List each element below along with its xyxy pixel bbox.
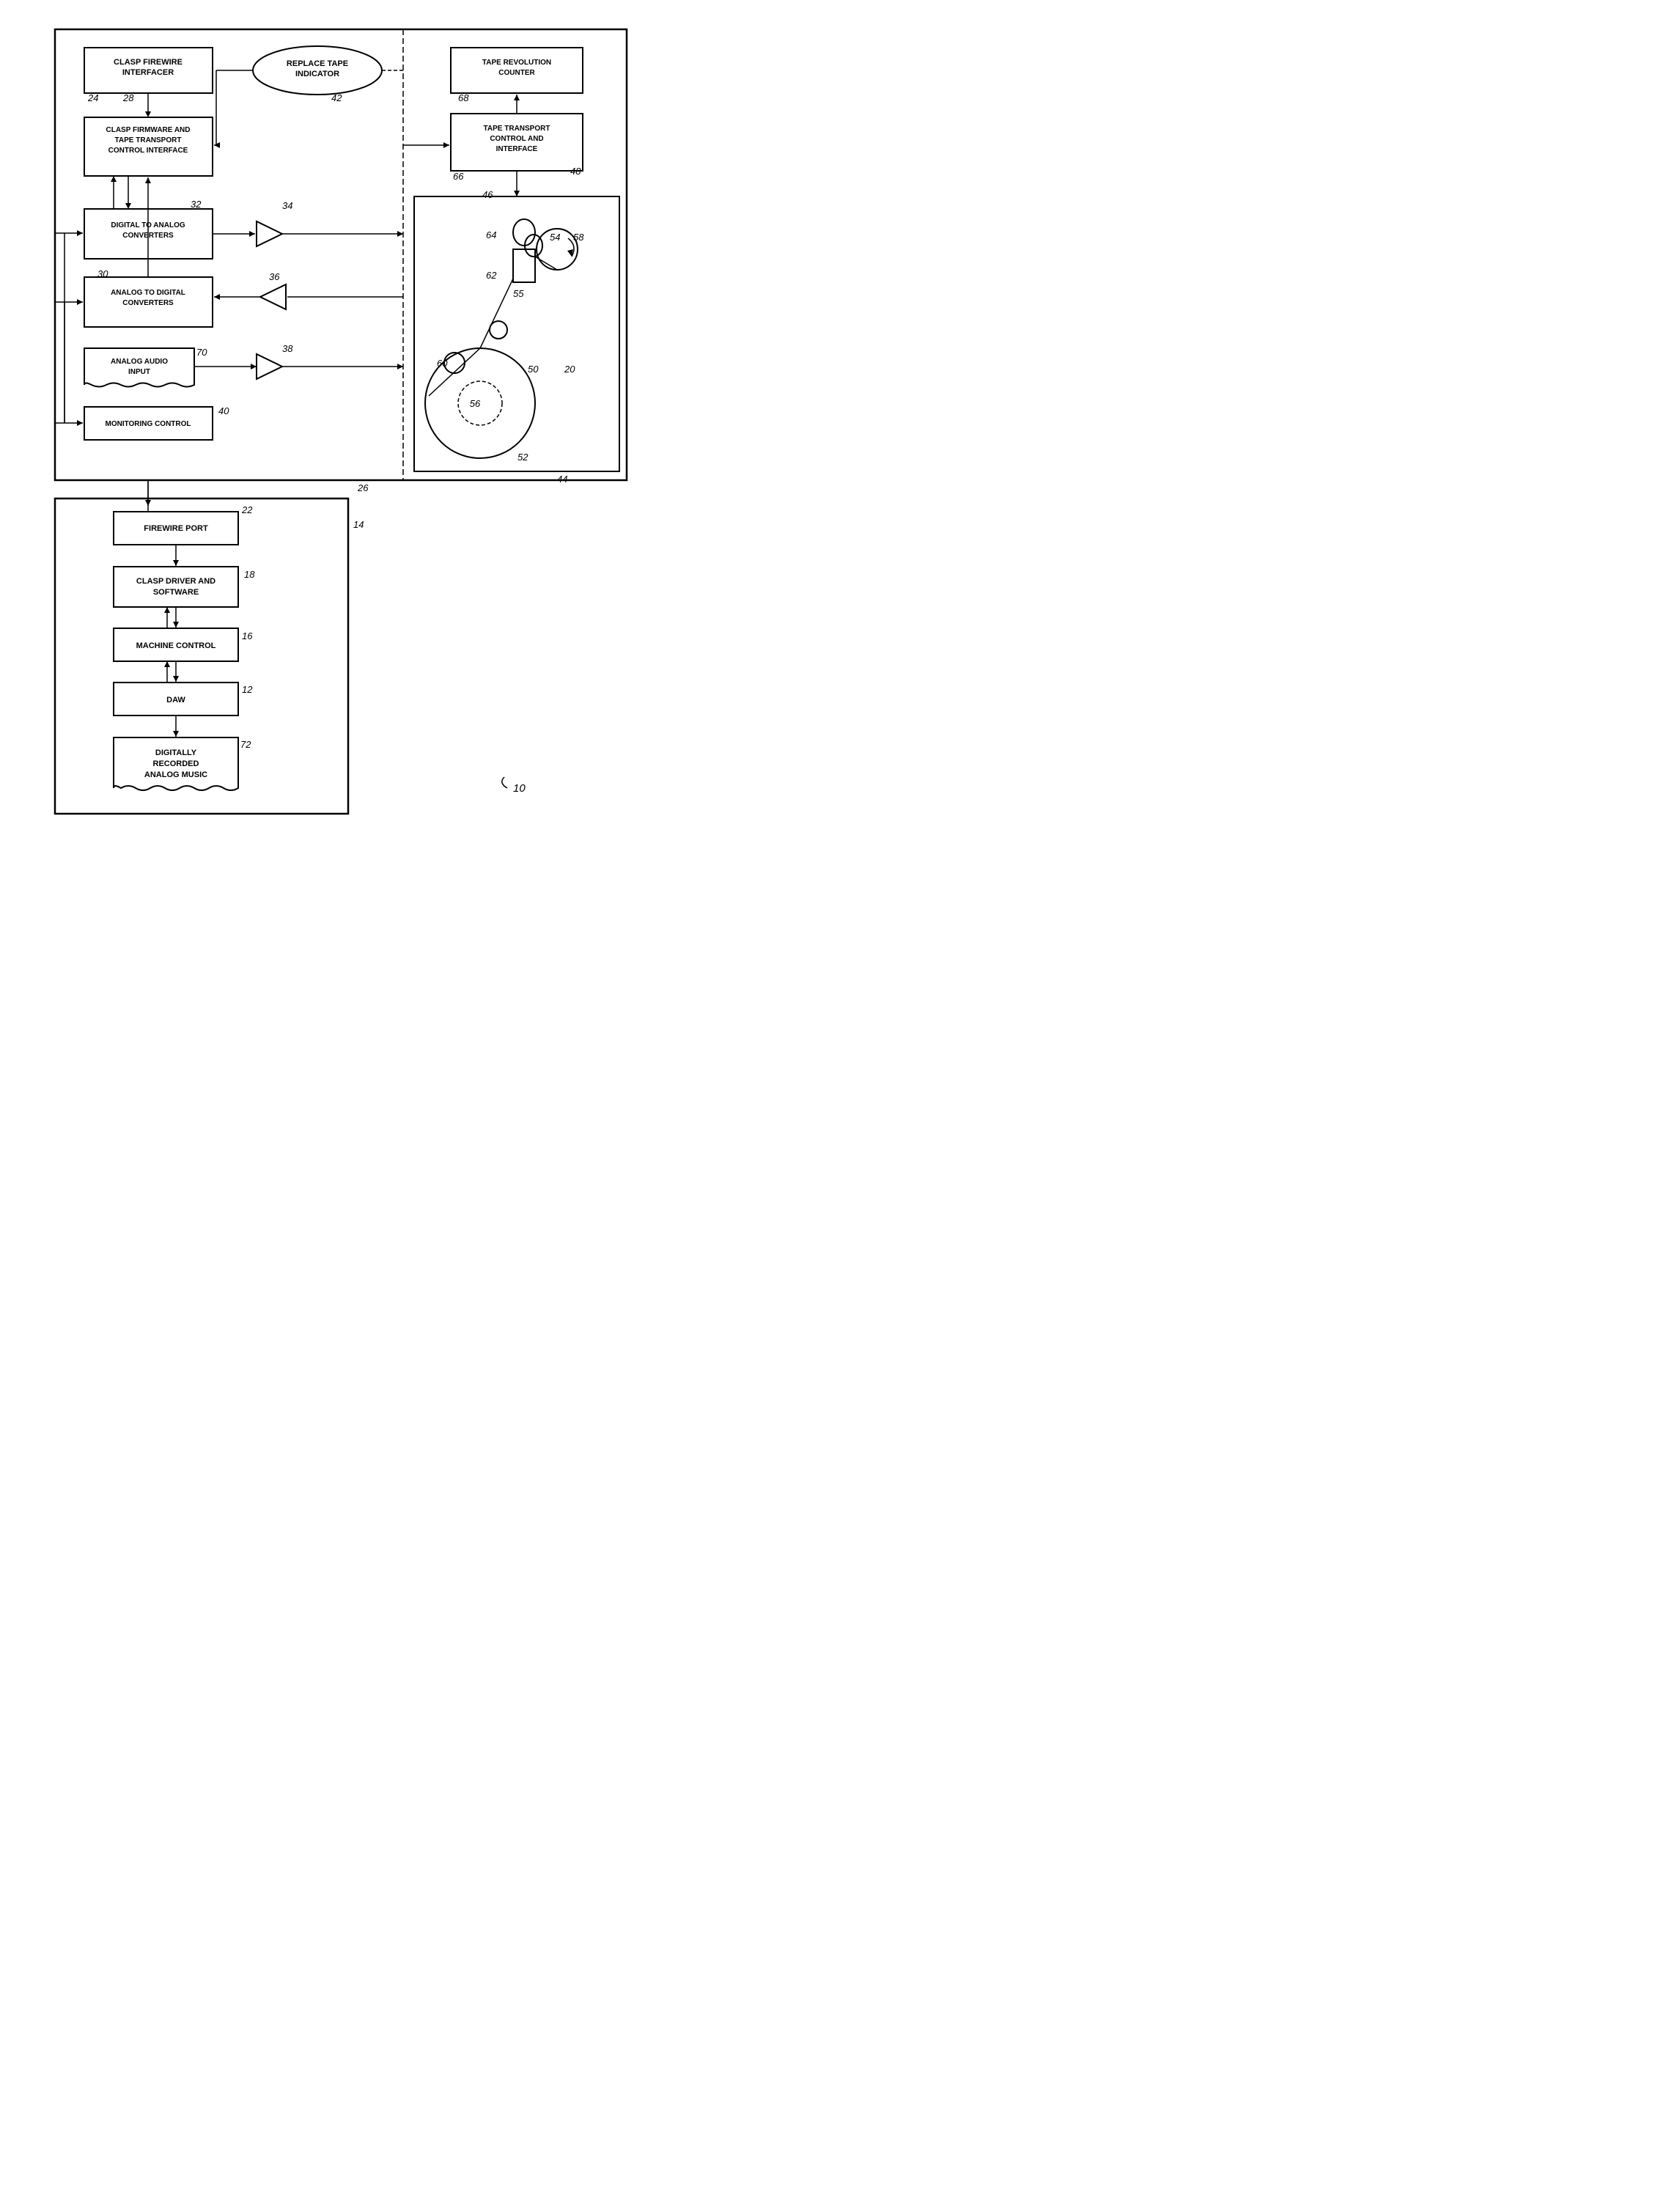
ref-68: 68	[458, 92, 469, 103]
monitoring-label: MONITORING CONTROL	[105, 420, 191, 428]
clasp-driver-label1: CLASP DRIVER AND	[136, 577, 215, 586]
ref-46: 46	[482, 189, 493, 200]
arrowhead-adc-firmware	[145, 177, 151, 183]
arrowhead-monitoring-in	[77, 420, 83, 426]
ref-30: 30	[97, 268, 108, 279]
ref-66: 66	[453, 171, 464, 182]
ref-55: 55	[513, 288, 524, 299]
pinch-roller1	[513, 219, 535, 246]
amp36-triangle	[260, 284, 286, 309]
arrowhead-dashed-transport	[443, 142, 449, 148]
clasp-firmware-label1: CLASP FIRMWARE AND	[106, 126, 191, 134]
ref10-curve	[502, 777, 507, 788]
arrowhead-amp38-right	[397, 364, 403, 369]
arrowhead-transport-counter	[514, 95, 520, 100]
arrowhead-amp36-adc	[214, 294, 220, 300]
digitally-recorded-label2: RECORDED	[153, 759, 199, 768]
ref-60: 60	[437, 358, 448, 369]
tape-mechanism-box	[414, 196, 619, 471]
ref-64: 64	[486, 229, 496, 240]
firewire-port-label: FIREWIRE PORT	[144, 524, 208, 533]
adc-label1: ANALOG TO DIGITAL	[111, 289, 185, 297]
ref-12: 12	[242, 684, 253, 695]
tape-rev-label1: TAPE REVOLUTION	[482, 59, 551, 67]
lower-border	[55, 499, 348, 814]
ref-38: 38	[282, 343, 293, 354]
ref-56: 56	[470, 398, 481, 409]
ref-26: 26	[357, 482, 369, 493]
clasp-driver-label2: SOFTWARE	[153, 588, 199, 597]
clasp-firewire-label: CLASP FIREWIRE	[114, 58, 183, 67]
digitally-recorded-label3: ANALOG MUSIC	[144, 770, 207, 779]
tape-transport-label1: TAPE TRANSPORT	[484, 125, 550, 133]
arrowhead-firmware-dac	[125, 203, 131, 209]
guide-roller1	[490, 321, 507, 339]
tape-path3	[535, 257, 557, 270]
arrowhead-fw-driver	[173, 560, 179, 566]
clasp-driver-box	[114, 567, 238, 607]
ref-36: 36	[269, 271, 280, 282]
ref-52: 52	[517, 452, 528, 463]
arrowhead-transport-down	[514, 191, 520, 196]
daw-label: DAW	[166, 696, 185, 704]
ref-16: 16	[242, 630, 253, 641]
diagram-container: CLASP FIREWIRE INTERFACER 24 28 REPLACE …	[15, 15, 645, 854]
arrowhead-dac-up	[111, 176, 117, 182]
ref-24: 24	[87, 92, 98, 103]
ref-28: 28	[122, 92, 134, 103]
digitally-recorded-label1: DIGITALLY	[155, 748, 197, 757]
ref-42: 42	[331, 92, 342, 103]
amp38-triangle	[257, 354, 282, 379]
ref-40: 40	[218, 405, 229, 416]
ref-72: 72	[240, 739, 251, 750]
machine-control-label: MACHINE CONTROL	[136, 641, 216, 650]
ref-48: 48	[570, 166, 581, 177]
ref-62: 62	[486, 270, 497, 281]
clasp-firmware-label2: TAPE TRANSPORT	[115, 136, 182, 144]
ref-70: 70	[196, 347, 207, 358]
tape-rev-label2: COUNTER	[498, 69, 535, 77]
ref-54: 54	[550, 232, 560, 243]
arrowhead-machine-driver	[164, 607, 170, 613]
ref-20: 20	[564, 364, 575, 375]
ref-22: 22	[241, 504, 253, 515]
arrowhead-replace	[214, 142, 220, 148]
ref-10: 10	[513, 782, 526, 795]
arrowhead-dac-amp	[249, 231, 255, 237]
replace-tape-label1: REPLACE TAPE	[287, 59, 348, 68]
replace-tape-label2: INDICATOR	[295, 70, 339, 78]
arrowhead-machine-daw	[173, 676, 179, 682]
adc-label2: CONVERTERS	[122, 299, 174, 307]
analog-audio-label2: INPUT	[128, 368, 150, 376]
ref-58: 58	[573, 232, 584, 243]
arrowhead-daw-up	[164, 661, 170, 667]
head-block	[513, 249, 535, 282]
ref-44: 44	[557, 474, 567, 485]
ref-14: 14	[353, 519, 364, 530]
arrowhead-amp34-right	[397, 231, 403, 237]
arrowhead1	[145, 111, 151, 117]
analog-audio-label1: ANALOG AUDIO	[111, 358, 168, 366]
clasp-firmware-label3: CONTROL INTERFACE	[108, 147, 188, 155]
ref-32: 32	[191, 199, 202, 210]
arrowhead-daw-digital	[173, 731, 179, 737]
ref-34: 34	[282, 200, 292, 211]
arrowhead-dac-in	[77, 230, 83, 236]
clasp-firewire-label2: INTERFACER	[122, 68, 174, 77]
ref-50: 50	[528, 364, 539, 375]
main-diagram: CLASP FIREWIRE INTERFACER 24 28 REPLACE …	[15, 15, 645, 843]
tape-transport-label2: CONTROL AND	[490, 135, 543, 143]
tape-transport-label3: INTERFACE	[496, 145, 538, 153]
arrowhead-driver-machine	[173, 622, 179, 628]
arrowhead-adc-in	[77, 299, 83, 305]
arrowhead-audio-amp38	[251, 364, 257, 369]
amp34-triangle	[257, 221, 282, 246]
ref-18: 18	[244, 569, 255, 580]
